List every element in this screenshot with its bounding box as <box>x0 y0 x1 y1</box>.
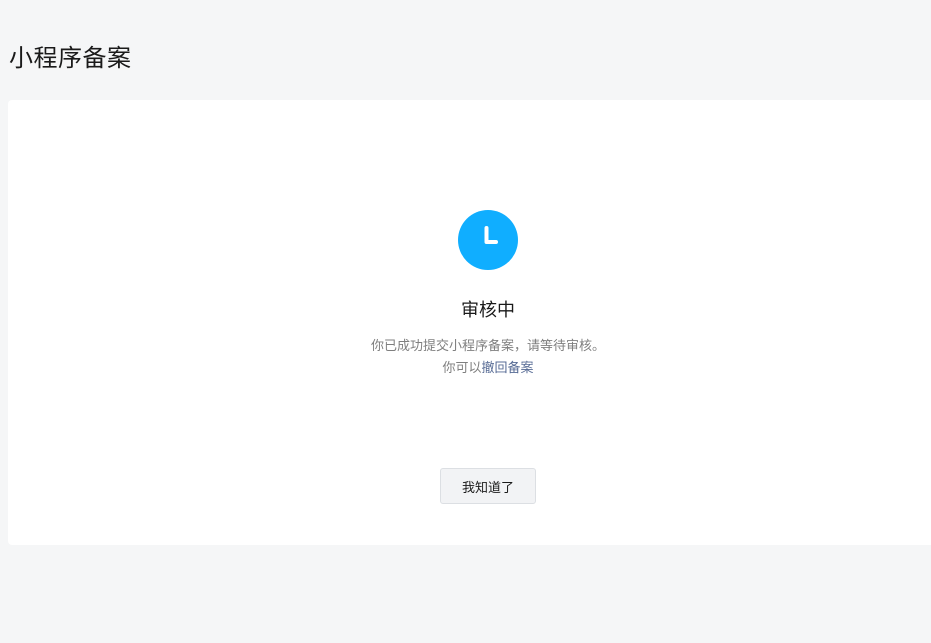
status-title: 审核中 <box>461 300 515 321</box>
status-card: 审核中 你已成功提交小程序备案，请等待审核。 你可以撤回备案 我知道了 <box>8 100 931 545</box>
clock-icon <box>458 210 518 270</box>
page-title: 小程序备案 <box>9 44 132 72</box>
acknowledge-button[interactable]: 我知道了 <box>440 468 536 504</box>
withdraw-hint-text: 你可以 <box>442 361 482 376</box>
withdraw-hint: 你可以撤回备案 <box>8 357 931 376</box>
withdraw-filing-link[interactable]: 撤回备案 <box>482 361 534 376</box>
page: 小程序备案 审核中 你已成功提交小程序备案，请等待审核。 你可以撤回备案 我知道… <box>0 0 931 643</box>
status-description: 你已成功提交小程序备案，请等待审核。 <box>370 339 605 354</box>
